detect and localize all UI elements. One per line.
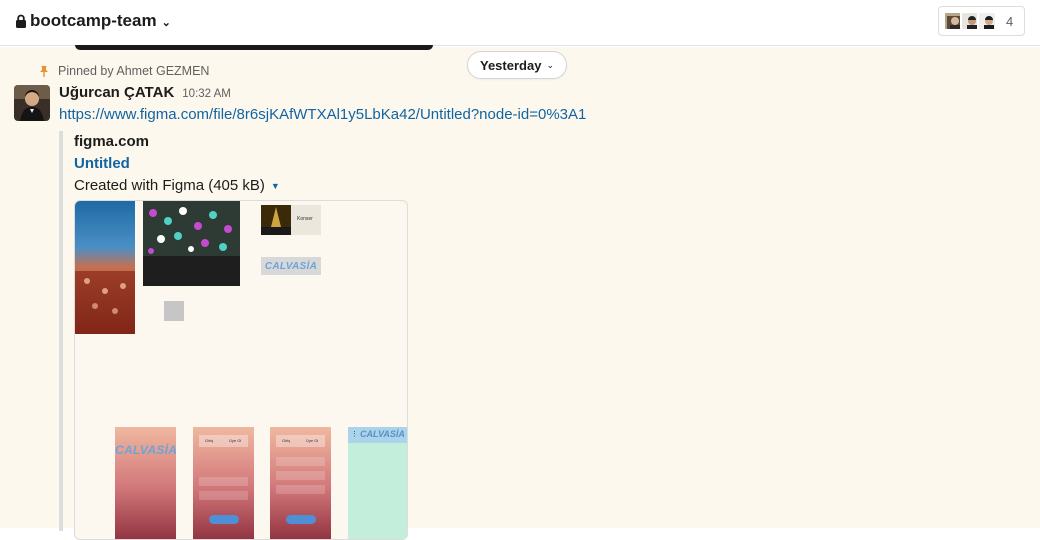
figma-preview-image[interactable]: Konser CALVASİA CALVASİA Giriş Üye Ol Gi… xyxy=(74,200,408,540)
pin-icon xyxy=(40,66,48,77)
sender-name[interactable]: Uğurcan ÇATAK xyxy=(59,84,174,101)
link-unfurl: figma.com Untitled Created with Figma (4… xyxy=(59,131,419,540)
unfurl-title-link[interactable]: Untitled xyxy=(74,155,130,172)
screen-field xyxy=(276,457,325,466)
chevron-down-icon: ⌄ xyxy=(161,16,171,29)
message-header: Uğurcan ÇATAK 10:32 AM xyxy=(59,84,231,101)
konser-thumbnail xyxy=(261,205,291,235)
calvasia-logo: CALVASİA xyxy=(261,257,321,275)
screen-field xyxy=(276,485,325,494)
screen-tab-signup: Üye Ol xyxy=(306,438,319,443)
member-avatar xyxy=(977,11,997,31)
channel-name-button[interactable]: bootcamp-team ⌄ xyxy=(15,11,171,31)
more-vertical-icon: ⋮ xyxy=(351,431,358,438)
pinned-indicator: Pinned by Ahmet GEZMEN xyxy=(38,64,209,78)
figma-link[interactable]: https://www.figma.com/file/8r6sjKAfWTXAl… xyxy=(59,106,586,123)
screen-button xyxy=(286,515,316,524)
screen-logo: CALVASİA xyxy=(360,429,405,439)
app-screen-splash: CALVASİA xyxy=(115,427,176,539)
konser-label: Konser xyxy=(297,216,313,222)
screen-tab-login: Giriş xyxy=(282,438,291,443)
member-count: 4 xyxy=(1006,13,1014,29)
placeholder-square xyxy=(164,301,184,321)
app-screen-login: Giriş Üye Ol xyxy=(193,427,254,539)
sender-avatar[interactable] xyxy=(14,85,50,121)
previous-attachment-edge xyxy=(75,45,433,50)
app-screen-home: ⋮ CALVASİA xyxy=(348,427,407,539)
members-button[interactable]: 4 xyxy=(938,6,1025,36)
channel-name: bootcamp-team xyxy=(30,11,157,30)
unfurl-description: Created with Figma (405 kB) ▼ xyxy=(74,177,280,194)
unfurl-description-text: Created with Figma (405 kB) xyxy=(74,177,265,194)
screen-field xyxy=(199,477,248,486)
screen-field xyxy=(276,471,325,480)
screen-logo: CALVASİA xyxy=(115,443,176,457)
screen-tab-login: Giriş xyxy=(205,438,214,443)
chevron-down-icon: ⌄ xyxy=(546,59,554,70)
app-screen-signup: Giriş Üye Ol xyxy=(270,427,331,539)
screen-tab-signup: Üye Ol xyxy=(229,438,242,443)
message-timestamp[interactable]: 10:32 AM xyxy=(182,88,231,100)
date-divider-label: Yesterday xyxy=(480,57,542,73)
caret-down-icon[interactable]: ▼ xyxy=(271,181,280,191)
concert-balloons-image xyxy=(143,201,240,286)
konser-card: Konser xyxy=(261,205,321,235)
screen-button xyxy=(209,515,239,524)
concert-frame-image xyxy=(75,201,135,334)
channel-header: bootcamp-team ⌄ 4 xyxy=(0,0,1040,46)
pinned-by-text: Pinned by Ahmet GEZMEN xyxy=(58,64,210,78)
screen-field xyxy=(199,491,248,500)
date-divider-button[interactable]: Yesterday ⌄ xyxy=(467,51,567,79)
message-list[interactable]: Yesterday ⌄ Pinned by Ahmet GEZMEN Uğurc… xyxy=(0,45,1040,540)
unfurl-site-name: figma.com xyxy=(74,133,150,150)
lock-icon xyxy=(16,14,26,28)
